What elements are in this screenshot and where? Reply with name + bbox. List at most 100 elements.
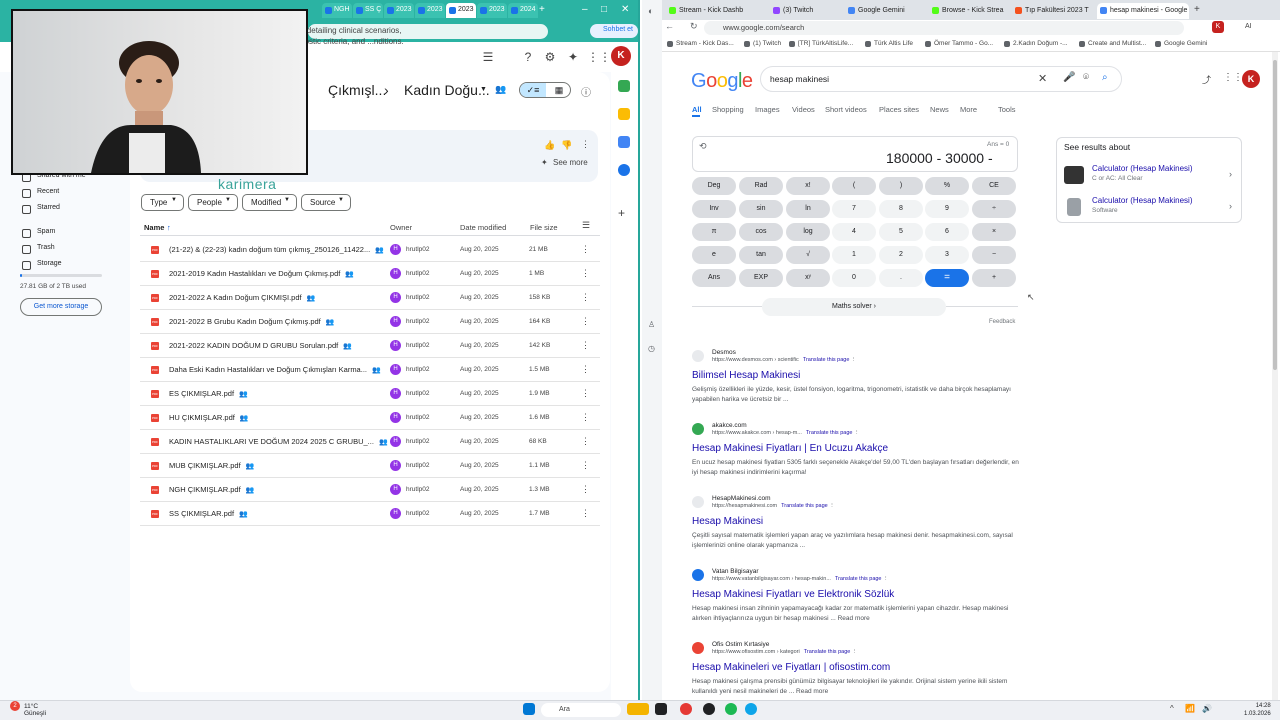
calculator-key[interactable]: e [692,246,736,264]
more-options-icon[interactable]: ⋮ [581,244,590,255]
filter-type-chip[interactable]: Type ▼ [141,194,184,211]
tab-2023-b[interactable]: 2023 [415,3,445,18]
calculator-key[interactable]: Rad [739,177,783,195]
add-addon-icon[interactable]: + [618,206,625,220]
more-options-icon[interactable]: ⋮ [581,436,590,447]
taskbar-search[interactable]: Ara [541,703,621,717]
more-options-icon[interactable]: ⋮ [581,412,590,423]
search-icon[interactable]: ⌕ [1102,72,1108,83]
calculator-key[interactable]: log [786,223,830,241]
more-options-icon[interactable]: ⋮ [581,388,590,399]
translate-link[interactable]: Translate this page [781,503,828,509]
search-tab[interactable]: Videos [792,105,815,114]
chrome-icon[interactable] [703,703,715,715]
calculator-key[interactable]: 4 [832,223,876,241]
clock[interactable]: 14:28 1.03.2026 [1244,702,1271,718]
file-name[interactable]: 2021-2022 KADIN DOĞUM D GRUBU Soruları.p… [169,341,352,350]
calculator-key[interactable]: . [879,269,923,287]
widget-icon[interactable] [627,703,649,715]
sohbet-button[interactable]: Sohbet et [590,24,638,38]
more-options-icon[interactable]: ⋮ [581,364,590,375]
calculator-key[interactable]: π [692,223,736,241]
ai-mode-label[interactable]: AI [1245,23,1252,30]
calculator-key[interactable]: CE [972,177,1016,195]
file-row[interactable]: PDF 2021-2022 KADIN DOĞUM D GRUBU Sorular… [140,334,600,358]
bookmark-item[interactable]: [TR] TürkAltisLife... [789,40,853,47]
calculator-key[interactable]: Ans [692,269,736,287]
bookmark-item[interactable]: Ömer Tammo - Go... [925,40,993,47]
search-tab[interactable]: Tools [998,105,1016,114]
file-name[interactable]: SS ÇIKMIŞLAR.pdf 👥 [169,509,248,518]
browser-tab[interactable]: (3) Twitch [770,3,838,19]
search-query[interactable]: hesap makinesi [770,74,829,84]
calculator-key[interactable]: sin [739,200,783,218]
history-icon[interactable]: ◷ [648,344,655,353]
calculator-key[interactable]: ) [879,177,923,195]
calculator-key[interactable]: = [925,269,969,287]
bookmark-item[interactable]: 2.Kadın Doğum -... [1004,40,1068,47]
apps-grid-icon[interactable]: ⋮⋮ [1223,72,1243,83]
grid-view-icon[interactable]: ▦ [546,83,570,97]
folder-dropdown-icon[interactable]: ▼ [480,86,487,93]
maths-solver-button[interactable]: Maths solver › [762,298,946,316]
file-explorer-icon[interactable] [655,703,667,715]
keep-icon[interactable] [618,108,630,120]
bookmark-item[interactable]: Google Gemini [1155,40,1207,47]
list-view-icon[interactable]: ✓≡ [520,83,546,97]
lens-icon[interactable]: ⌾ [1083,72,1089,83]
url-text[interactable]: www.google.com/search [723,23,804,32]
more-options-icon[interactable]: ⋮ [851,357,857,363]
calculator-key[interactable]: 6 [925,223,969,241]
file-row[interactable]: PDF KADIN HASTALIKLARI VE DOĞUM 2024 2025… [140,430,600,454]
column-name[interactable]: Name [144,223,164,232]
browser-tab[interactable]: Browse - Kick Strea [929,3,1007,19]
voice-search-icon[interactable]: 🎤 [1063,72,1075,83]
calculator-key[interactable]: ( [832,177,876,195]
browser-menu-icon[interactable]: ◐ [648,6,653,16]
file-row[interactable]: PDF SS ÇIKMIŞLAR.pdf 👥 Hhrutlp02 Aug 20, 202… [140,502,600,526]
calculator-key[interactable]: Deg [692,177,736,195]
calculator-key[interactable]: 5 [879,223,923,241]
file-row[interactable]: PDF (21-22) & (22-23) kadın doğum tüm çık… [140,238,600,262]
column-date-modified[interactable]: Date modified [460,223,506,232]
calculator-history-icon[interactable]: ⟲ [699,141,707,152]
calculator-key[interactable]: 2 [879,246,923,264]
maximize-icon[interactable]: □ [601,4,607,15]
file-name[interactable]: 2021-2022 A Kadın Doğum ÇIKMIŞI.pdf 👥 [169,293,315,302]
nav-spam[interactable]: Spam [22,228,55,238]
calculator-key[interactable]: x! [786,177,830,195]
scrollbar-thumb[interactable] [1273,60,1277,370]
result-site[interactable]: Desmos [712,349,736,356]
tab-ss[interactable]: SS Ç [353,3,383,18]
more-options-icon[interactable]: ⋮ [852,649,858,655]
search-tab[interactable]: Short videos [825,105,867,114]
calculator-key[interactable]: ÷ [972,200,1016,218]
nav-recent[interactable]: Recent [22,188,59,198]
contacts-icon[interactable] [618,164,630,176]
more-options-icon[interactable]: ⋮ [581,460,590,471]
column-file-size[interactable]: File size [530,223,558,232]
result-path[interactable]: https://www.ofisostim.com › kategori Tran… [712,649,857,655]
more-options-icon[interactable]: ⋮ [581,292,590,303]
tasks-icon[interactable] [618,136,630,148]
more-options-icon[interactable]: ⋮ [581,139,590,150]
result-path[interactable]: https://www.desmos.com › scientific Trans… [712,357,856,363]
calculator-key[interactable]: tan [739,246,783,264]
avatar[interactable]: K [611,46,631,66]
filter-people-chip[interactable]: People ▼ [188,194,238,211]
sort-options-icon[interactable]: ☰ [582,220,590,231]
see-more-button[interactable]: See more [553,158,588,167]
file-row[interactable]: PDF Daha Eski Kadın Hastalıkları ve Doğum… [140,358,600,382]
help-icon[interactable]: ? [519,48,537,66]
close-icon[interactable]: ✕ [621,4,629,15]
file-name[interactable]: 2021-2019 Kadın Hastalıkları ve Doğum Çı… [169,269,354,278]
tab-ngh[interactable]: NGH [322,3,352,18]
more-options-icon[interactable]: ⋮ [883,576,889,582]
calculator-key[interactable]: √ [786,246,830,264]
file-row[interactable]: PDF HU ÇIKMIŞLAR.pdf 👥 Hhrutlp02 Aug 20, 202… [140,406,600,430]
search-tab[interactable]: Shopping [712,105,744,114]
nav-trash[interactable]: Trash [22,244,55,254]
calculator-key[interactable]: Inv [692,200,736,218]
bookmark-item[interactable]: (1) Twitch [744,40,781,47]
google-logo[interactable]: Google [691,70,753,93]
